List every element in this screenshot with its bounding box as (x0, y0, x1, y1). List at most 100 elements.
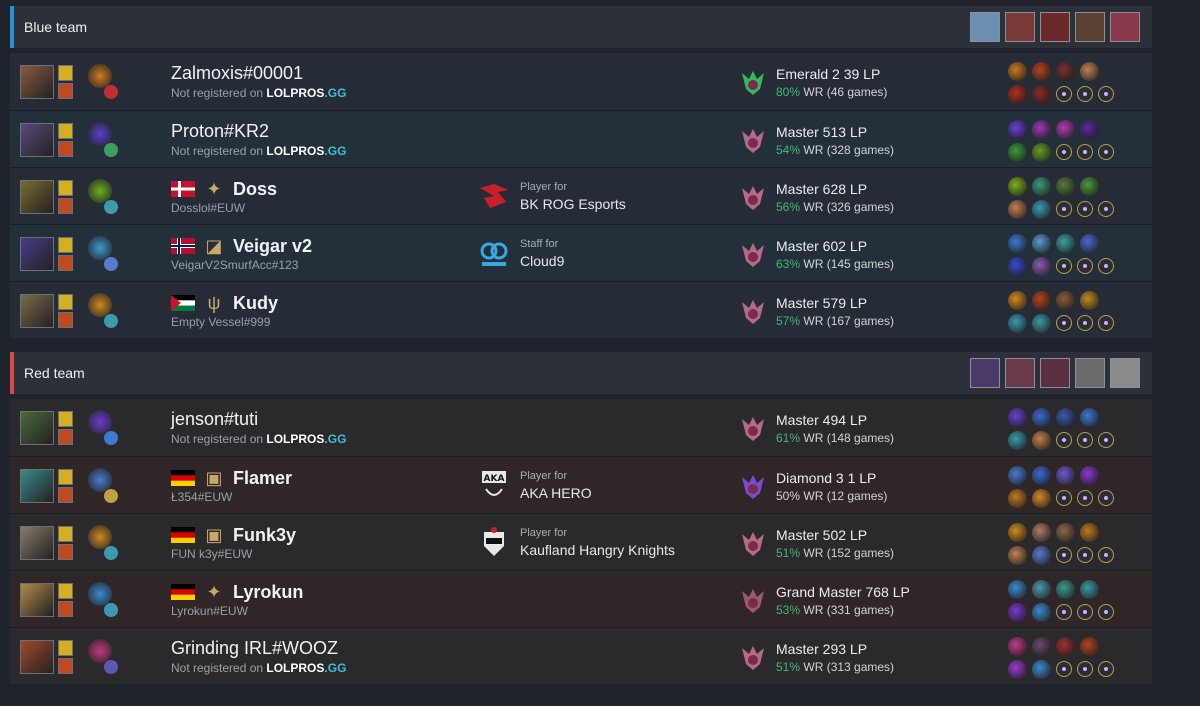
summoner-spell-icon[interactable] (58, 237, 73, 253)
stat-shard-icon[interactable] (1077, 432, 1093, 448)
champion-portrait[interactable] (20, 65, 54, 99)
player-name[interactable]: Funk3y (233, 525, 296, 546)
summoner-spell-icon[interactable] (58, 601, 73, 617)
rune-icon[interactable] (1008, 199, 1027, 219)
rune-icon[interactable] (1008, 465, 1027, 485)
rune-icon[interactable] (1008, 522, 1027, 542)
player-name[interactable]: Doss (233, 179, 277, 200)
header-champion-portrait[interactable] (1110, 358, 1140, 388)
rune-icon[interactable] (1080, 522, 1099, 542)
stat-shard-icon[interactable] (1098, 201, 1114, 217)
rune-icon[interactable] (1080, 119, 1099, 139)
champion-portrait[interactable] (20, 526, 54, 560)
stat-shard-icon[interactable] (1098, 432, 1114, 448)
rune-icon[interactable] (1008, 61, 1027, 81)
lolpros-link[interactable]: LOLPROS.GG (266, 144, 346, 158)
rune-icon[interactable] (1032, 199, 1051, 219)
summoner-spell-icon[interactable] (58, 658, 73, 674)
player-row[interactable]: ▣ Funk3y FUN k3y#EUW Player for Kaufland Han… (10, 513, 1152, 570)
team-affiliation[interactable]: Player for Kaufland Hangry Knights (476, 524, 675, 560)
stat-shard-icon[interactable] (1077, 604, 1093, 620)
rune-icon[interactable] (1032, 313, 1051, 333)
summoner-spell-icon[interactable] (58, 469, 73, 485)
lolpros-link[interactable]: LOLPROS.GG (266, 432, 346, 446)
header-champion-portrait[interactable] (1110, 12, 1140, 42)
rune-icon[interactable] (1056, 522, 1075, 542)
player-row[interactable]: ✦ Lyrokun Lyrokun#EUW Grand Master 768 LP 53… (10, 570, 1152, 627)
rune-icon[interactable] (1008, 84, 1027, 104)
stat-shard-icon[interactable] (1056, 201, 1072, 217)
rune-icon[interactable] (1008, 290, 1027, 310)
rune-icon[interactable] (1008, 602, 1027, 622)
player-name[interactable]: Proton#KR2 (171, 121, 269, 142)
rune-icon[interactable] (1080, 465, 1099, 485)
champion-portrait[interactable] (20, 411, 54, 445)
summoner-spell-icon[interactable] (58, 123, 73, 139)
stat-shard-icon[interactable] (1056, 604, 1072, 620)
header-champion-portrait[interactable] (1005, 12, 1035, 42)
rune-icon[interactable] (1056, 636, 1075, 656)
summoner-spell-icon[interactable] (58, 312, 73, 328)
player-name[interactable]: Zalmoxis#00001 (171, 63, 303, 84)
rune-icon[interactable] (1056, 290, 1075, 310)
summoner-spell-icon[interactable] (58, 640, 73, 656)
lolpros-link[interactable]: LOLPROS.GG (266, 661, 346, 675)
rune-icon[interactable] (1056, 176, 1075, 196)
summoner-spell-icon[interactable] (58, 198, 73, 214)
champion-portrait[interactable] (20, 180, 54, 214)
rune-icon[interactable] (1080, 61, 1099, 81)
player-name[interactable]: jenson#tuti (171, 409, 258, 430)
player-row[interactable]: ✦ Doss Dosslol#EUW Player for BK ROG Esports… (10, 167, 1152, 224)
stat-shard-icon[interactable] (1098, 315, 1114, 331)
rune-icon[interactable] (1008, 407, 1027, 427)
rune-icon[interactable] (1032, 290, 1051, 310)
player-row[interactable]: jenson#tuti Not registered on LOLPROS.GG M… (10, 399, 1152, 456)
rune-icon[interactable] (1008, 119, 1027, 139)
stat-shard-icon[interactable] (1056, 547, 1072, 563)
stat-shard-icon[interactable] (1056, 144, 1072, 160)
stat-shard-icon[interactable] (1077, 86, 1093, 102)
rune-icon[interactable] (1032, 233, 1051, 253)
player-name[interactable]: Veigar v2 (233, 236, 312, 257)
rune-icon[interactable] (1032, 488, 1051, 508)
summoner-spell-icon[interactable] (58, 180, 73, 196)
champion-portrait[interactable] (20, 294, 54, 328)
summoner-spell-icon[interactable] (58, 255, 73, 271)
rune-icon[interactable] (1080, 579, 1099, 599)
rune-icon[interactable] (1008, 142, 1027, 162)
rune-icon[interactable] (1080, 636, 1099, 656)
stat-shard-icon[interactable] (1056, 432, 1072, 448)
stat-shard-icon[interactable] (1056, 86, 1072, 102)
player-row[interactable]: Zalmoxis#00001 Not registered on LOLPROS.… (10, 53, 1152, 110)
player-row[interactable]: ◪ Veigar v2 VeigarV2SmurfAcc#123 Staff for C… (10, 224, 1152, 281)
stat-shard-icon[interactable] (1098, 604, 1114, 620)
stat-shard-icon[interactable] (1056, 490, 1072, 506)
rune-icon[interactable] (1008, 430, 1027, 450)
rune-icon[interactable] (1032, 142, 1051, 162)
rune-icon[interactable] (1080, 407, 1099, 427)
stat-shard-icon[interactable] (1056, 661, 1072, 677)
player-name[interactable]: Grinding IRL#WOOZ (171, 638, 338, 659)
player-name[interactable]: Kudy (233, 293, 278, 314)
summoner-spell-icon[interactable] (58, 487, 73, 503)
rune-icon[interactable] (1032, 602, 1051, 622)
summoner-spell-icon[interactable] (58, 544, 73, 560)
rune-icon[interactable] (1056, 119, 1075, 139)
rune-icon[interactable] (1056, 579, 1075, 599)
player-row[interactable]: Proton#KR2 Not registered on LOLPROS.GG Ma… (10, 110, 1152, 167)
rune-icon[interactable] (1008, 636, 1027, 656)
rune-icon[interactable] (1008, 659, 1027, 679)
stat-shard-icon[interactable] (1098, 258, 1114, 274)
rune-icon[interactable] (1032, 636, 1051, 656)
rune-icon[interactable] (1032, 256, 1051, 276)
rune-icon[interactable] (1032, 407, 1051, 427)
rune-icon[interactable] (1008, 313, 1027, 333)
player-name[interactable]: Flamer (233, 468, 292, 489)
team-affiliation[interactable]: Staff for Cloud9 (476, 235, 564, 271)
rune-icon[interactable] (1032, 430, 1051, 450)
player-row[interactable]: ψ Kudy Empty Vessel#999 Master 579 LP 57% WR… (10, 281, 1152, 338)
rune-icon[interactable] (1080, 233, 1099, 253)
header-champion-portrait[interactable] (1075, 358, 1105, 388)
header-champion-portrait[interactable] (1075, 12, 1105, 42)
rune-icon[interactable] (1032, 522, 1051, 542)
